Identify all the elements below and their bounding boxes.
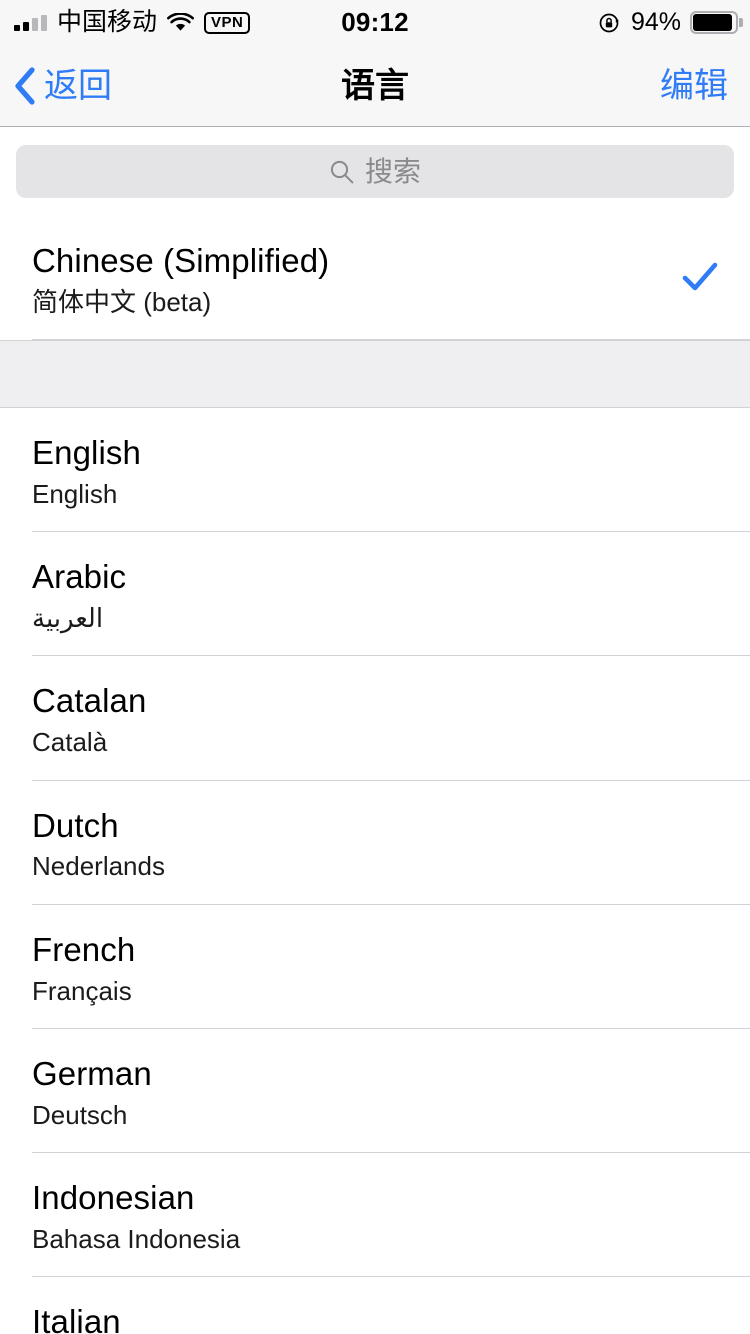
- search-icon: [329, 159, 355, 185]
- language-name: Dutch: [32, 806, 119, 844]
- language-row[interactable]: French Français: [0, 904, 750, 1029]
- language-row[interactable]: German Deutsch: [0, 1028, 750, 1153]
- language-native-name: Français: [32, 975, 132, 1006]
- checkmark-icon: [680, 257, 720, 297]
- language-name: German: [32, 1054, 152, 1092]
- selected-language-section: Chinese (Simplified) 简体中文 (beta): [0, 214, 750, 341]
- rotation-lock-icon: [598, 11, 622, 35]
- language-name: English: [32, 434, 141, 472]
- language-row[interactable]: Catalan Català: [0, 656, 750, 781]
- language-native-name: English: [32, 479, 118, 510]
- battery-icon: [690, 11, 743, 34]
- language-row[interactable]: English English: [0, 408, 750, 533]
- language-row[interactable]: Arabic العربية: [0, 532, 750, 657]
- search-bar-container: 搜索: [0, 127, 750, 214]
- navigation-bar: 返回 语言 编辑: [0, 45, 750, 127]
- battery-percent-label: 94%: [630, 8, 681, 36]
- language-native-name: Bahasa Indonesia: [32, 1223, 241, 1254]
- language-name: Catalan: [32, 682, 147, 720]
- language-native-name: Català: [32, 727, 108, 758]
- edit-button[interactable]: 编辑: [660, 69, 728, 103]
- language-name: Italian: [32, 1303, 121, 1334]
- search-input[interactable]: 搜索: [16, 145, 734, 198]
- language-name: Indonesian: [32, 1178, 195, 1216]
- status-bar-right: 94%: [598, 8, 743, 37]
- language-list: English English Arabic العربية Catalan Català…: [0, 408, 750, 1334]
- language-row[interactable]: Dutch Nederlands: [0, 780, 750, 905]
- page-title: 语言: [341, 66, 409, 105]
- language-row[interactable]: ItalianItaliano: [0, 1277, 750, 1334]
- language-native-name: 简体中文 (beta): [32, 286, 212, 317]
- language-row[interactable]: Indonesian Bahasa Indonesia: [0, 1152, 750, 1277]
- language-row[interactable]: Chinese (Simplified) 简体中文 (beta): [0, 214, 750, 341]
- language-native-name: العربية: [32, 603, 104, 634]
- language-name: French: [32, 930, 136, 968]
- search-placeholder: 搜索: [364, 155, 421, 187]
- iphone-screen: 中国移动 VPN 09:12 94% 返回 语言 编辑 搜索 Chinese (…: [0, 0, 750, 1334]
- status-bar: 中国移动 VPN 09:12 94%: [0, 0, 750, 45]
- clock-label: 09:12: [341, 7, 409, 37]
- language-native-name: Deutsch: [32, 1099, 128, 1130]
- language-native-name: Nederlands: [32, 851, 165, 882]
- language-name: Arabic: [32, 558, 127, 596]
- section-divider: [0, 340, 750, 409]
- row-separator: [32, 339, 750, 341]
- language-name: Chinese (Simplified): [32, 242, 330, 279]
